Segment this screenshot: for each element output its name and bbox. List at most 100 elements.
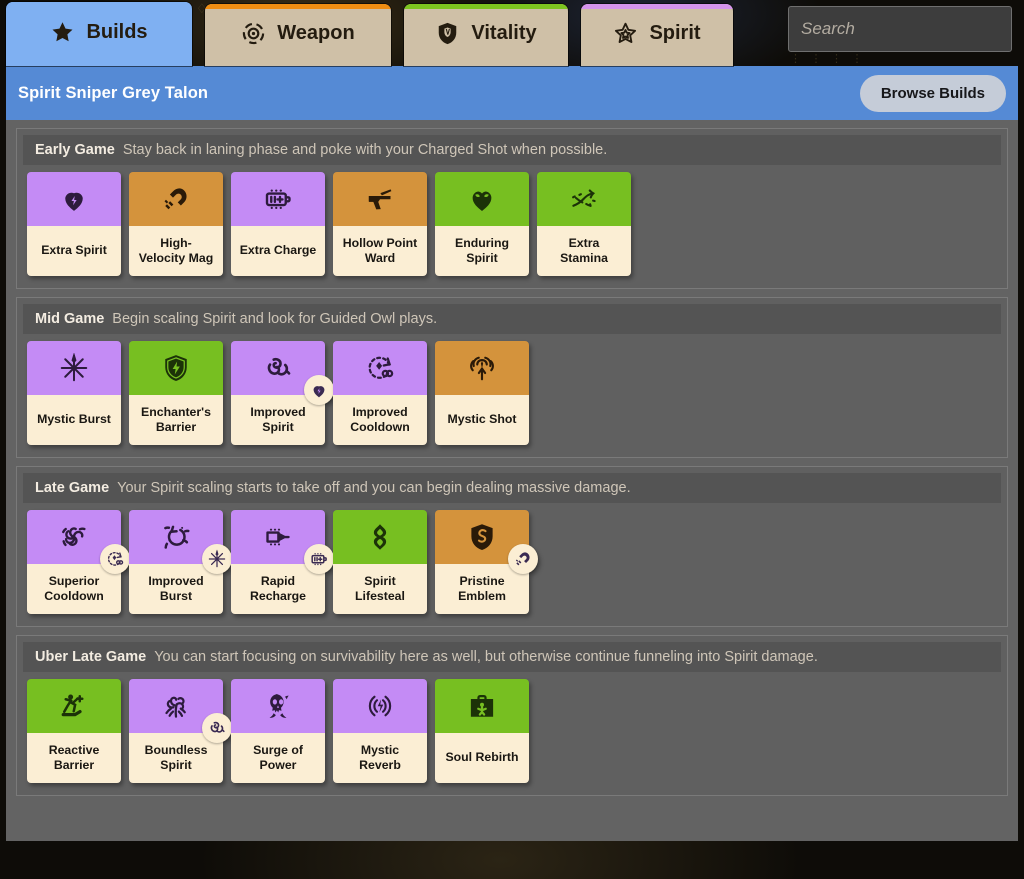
battery-plus-icon (310, 550, 329, 569)
tab-builds[interactable]: Builds (6, 2, 192, 66)
item-icon-tile (129, 172, 223, 226)
section-phase-label: Mid Game (35, 311, 104, 327)
reverb-icon (365, 691, 395, 721)
item-name: Soul Rebirth (435, 733, 529, 783)
component-badge (304, 544, 334, 574)
section-description: Begin scaling Spirit and look for Guided… (112, 311, 437, 327)
recharge-icon (263, 522, 293, 552)
item-name: Mystic Shot (435, 395, 529, 445)
item-name: Extra Charge (231, 226, 325, 276)
swirl-icon (263, 353, 293, 383)
item-icon-tile (333, 510, 427, 564)
item-card[interactable]: Mystic Burst (27, 341, 121, 445)
item-name: ExtraStamina (537, 226, 631, 276)
component-badge (304, 375, 334, 405)
item-name: SpiritLifesteal (333, 564, 427, 614)
item-icon-tile (27, 510, 121, 564)
item-icon-tile (231, 172, 325, 226)
boundless-icon (161, 691, 191, 721)
search-input[interactable] (801, 19, 1024, 39)
search-box[interactable]: × (788, 6, 1012, 52)
item-name: Surge ofPower (231, 733, 325, 783)
shield-bolt-icon (161, 353, 191, 383)
item-card[interactable]: Mystic Shot (435, 341, 529, 445)
item-card[interactable]: Surge ofPower (231, 679, 325, 783)
battery-plus-icon (263, 184, 293, 214)
build-sections: Early GameStay back in laning phase and … (6, 120, 1018, 796)
item-icon-tile (27, 172, 121, 226)
component-badge (202, 544, 232, 574)
item-card[interactable]: ExtraStamina (537, 172, 631, 276)
tab-vitality[interactable]: Vitality (404, 4, 568, 66)
build-header: Spirit Sniper Grey Talon Browse Builds (6, 66, 1018, 120)
item-row: Mystic BurstEnchanter'sBarrierImprovedSp… (23, 341, 1001, 451)
item-icon-tile (333, 341, 427, 395)
component-badge (100, 544, 130, 574)
section-description: Stay back in laning phase and poke with … (123, 142, 607, 158)
item-name: ReactiveBarrier (27, 733, 121, 783)
item-icon-tile (231, 510, 325, 564)
cooldown-icon (365, 353, 395, 383)
component-badge (508, 544, 538, 574)
item-card[interactable]: Extra Charge (231, 172, 325, 276)
build-section: Early GameStay back in laning phase and … (16, 128, 1008, 289)
item-card[interactable]: ReactiveBarrier (27, 679, 121, 783)
item-icon-tile (435, 679, 529, 733)
tab-weapon[interactable]: Weapon (205, 4, 391, 66)
item-card[interactable]: High-Velocity Mag (129, 172, 223, 276)
item-card[interactable]: RapidRecharge (231, 510, 325, 614)
magnet-icon (514, 550, 533, 569)
item-name: Mystic Burst (27, 395, 121, 445)
item-card[interactable]: Extra Spirit (27, 172, 121, 276)
reactive-barrier-icon (59, 691, 89, 721)
item-icon-tile (435, 172, 529, 226)
tab-label: Spirit (649, 22, 700, 45)
item-card[interactable]: EnduringSpirit (435, 172, 529, 276)
section-header: Early GameStay back in laning phase and … (23, 135, 1001, 165)
item-card[interactable]: BoundlessSpirit (129, 679, 223, 783)
item-icon-tile (27, 679, 121, 733)
item-row: Extra SpiritHigh-Velocity MagExtra Charg… (23, 172, 1001, 282)
item-name: EnduringSpirit (435, 226, 529, 276)
item-icon-tile (435, 510, 529, 564)
item-card[interactable]: Enchanter'sBarrier (129, 341, 223, 445)
builds-panel: Spirit Sniper Grey Talon Browse Builds E… (6, 66, 1018, 841)
surge-skull-icon (263, 691, 293, 721)
item-card[interactable]: ImprovedSpirit (231, 341, 325, 445)
item-card[interactable]: SpiritLifesteal (333, 510, 427, 614)
section-header: Mid Game Begin scaling Spirit and look fo… (23, 304, 1001, 334)
build-section: Late GameYour Spirit scaling starts to t… (16, 466, 1008, 627)
item-card[interactable]: PristineEmblem (435, 510, 529, 614)
star-spirit-icon (613, 21, 638, 46)
component-badge (202, 713, 232, 743)
cooldown-icon (106, 550, 125, 569)
item-icon-tile (231, 341, 325, 395)
item-icon-tile (333, 172, 427, 226)
item-name: Extra Spirit (27, 226, 121, 276)
build-section: Mid Game Begin scaling Spirit and look fo… (16, 297, 1008, 458)
burst-star-icon (59, 353, 89, 383)
item-card[interactable]: ImprovedCooldown (333, 341, 427, 445)
section-phase-label: Uber Late Game (35, 649, 146, 665)
tab-label: Vitality (471, 22, 536, 45)
item-card[interactable]: Soul Rebirth (435, 679, 529, 783)
item-icon-tile (537, 172, 631, 226)
item-card[interactable]: MysticReverb (333, 679, 427, 783)
item-icon-tile (129, 341, 223, 395)
tab-label: Weapon (277, 22, 354, 45)
item-card[interactable]: Hollow PointWard (333, 172, 427, 276)
item-icon-tile (435, 341, 529, 395)
section-description: Your Spirit scaling starts to take off a… (117, 480, 630, 496)
item-card[interactable]: SuperiorCooldown (27, 510, 121, 614)
browse-builds-button[interactable]: Browse Builds (860, 75, 1006, 112)
burst-star-icon (208, 550, 227, 569)
tab-spirit[interactable]: Spirit (581, 4, 733, 66)
item-name: Hollow PointWard (333, 226, 427, 276)
stamina-icon (569, 184, 599, 214)
item-row: ReactiveBarrierBoundlessSpiritSurge ofPo… (23, 679, 1001, 789)
item-card[interactable]: ImprovedBurst (129, 510, 223, 614)
item-name: MysticReverb (333, 733, 427, 783)
superior-swirl-icon (59, 522, 89, 552)
mystic-shot-icon (467, 353, 497, 383)
burst-ring-icon (161, 522, 191, 552)
